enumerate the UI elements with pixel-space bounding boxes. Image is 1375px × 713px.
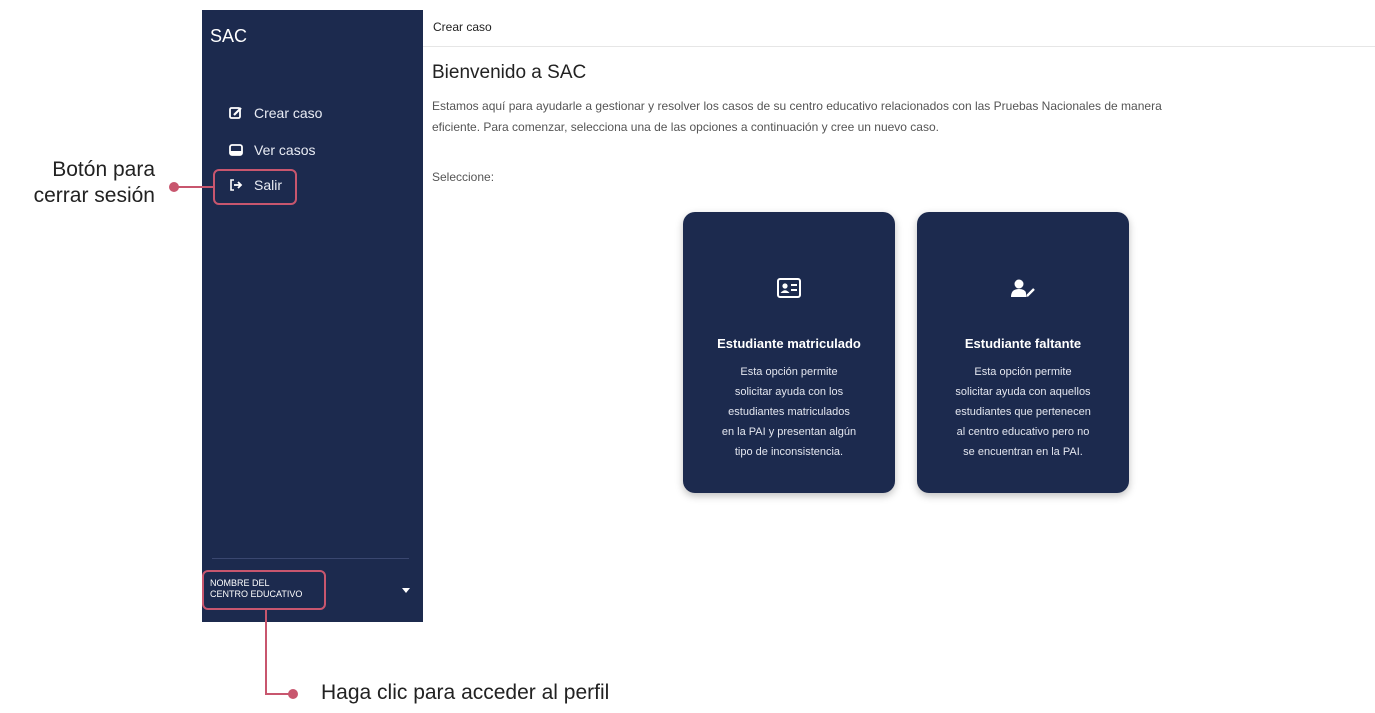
card-line: en la PAI y presentan algún: [721, 426, 857, 438]
card-description: Esta opción permite solicitar ayuda con …: [703, 362, 875, 462]
intro-text: Estamos aquí para ayudarle a gestionar y…: [432, 96, 1362, 138]
profile-callout-dot: [288, 689, 298, 699]
sidebar-divider: [212, 558, 409, 559]
sidebar-item-label: Ver casos: [254, 142, 316, 158]
id-card-icon: [777, 278, 801, 303]
card-line: solicitar ayuda con aquellos: [955, 386, 1091, 398]
card-line: solicitar ayuda con los: [734, 386, 844, 398]
card-line: Esta opción permite: [974, 366, 1072, 378]
profile-highlight-box: [202, 570, 326, 610]
caret-down-icon: [402, 588, 410, 593]
card-title: Estudiante matriculado: [717, 336, 861, 351]
profile-annotation: Haga clic para acceder al perfil: [321, 681, 610, 704]
header-bar: Crear caso: [423, 10, 1375, 47]
app-brand: SAC: [210, 26, 248, 46]
card-line: tipo de inconsistencia.: [734, 446, 844, 458]
card-description: Esta opción permite solicitar ayuda con …: [937, 362, 1109, 462]
logout-callout-dot: [169, 182, 179, 192]
card-title: Estudiante faltante: [964, 336, 1082, 351]
breadcrumb: Crear caso: [433, 20, 492, 34]
sidebar-item-crear-caso[interactable]: Crear caso: [228, 105, 322, 121]
card-line: estudiantes que pertenecen: [955, 406, 1091, 418]
intro-line: Estamos aquí para ayudarle a gestionar y…: [432, 99, 1162, 113]
card-line: se encuentran en la PAI.: [963, 446, 1083, 458]
page-title: Bienvenido a SAC: [432, 62, 587, 83]
inbox-icon: [228, 142, 244, 158]
card-estudiante-faltante[interactable]: Estudiante faltante Esta opción permite …: [917, 212, 1129, 493]
profile-callout-line-vertical: [265, 610, 267, 695]
user-edit-icon: [1010, 278, 1036, 303]
card-line: al centro educativo pero no: [956, 426, 1090, 438]
intro-line: eficiente. Para comenzar, selecciona una…: [432, 120, 939, 134]
sidebar-item-label: Crear caso: [254, 105, 323, 121]
sidebar-item-ver-casos[interactable]: Ver casos: [228, 142, 315, 158]
sidebar: SAC Crear caso Ver casos Salir NOMBRE DE…: [202, 10, 423, 622]
card-line: estudiantes matriculados: [728, 406, 850, 418]
card-line: Esta opción permite: [740, 366, 838, 378]
annotation-line: cerrar sesión: [33, 184, 155, 207]
edit-icon: [228, 105, 244, 121]
logout-callout-line: [175, 186, 213, 188]
logout-highlight-box: [213, 169, 297, 205]
select-label: Seleccione:: [432, 170, 495, 184]
annotation-line: Botón para: [52, 158, 155, 181]
logout-annotation: Botón para cerrar sesión: [34, 157, 155, 209]
card-estudiante-matriculado[interactable]: Estudiante matriculado Esta opción permi…: [683, 212, 895, 493]
